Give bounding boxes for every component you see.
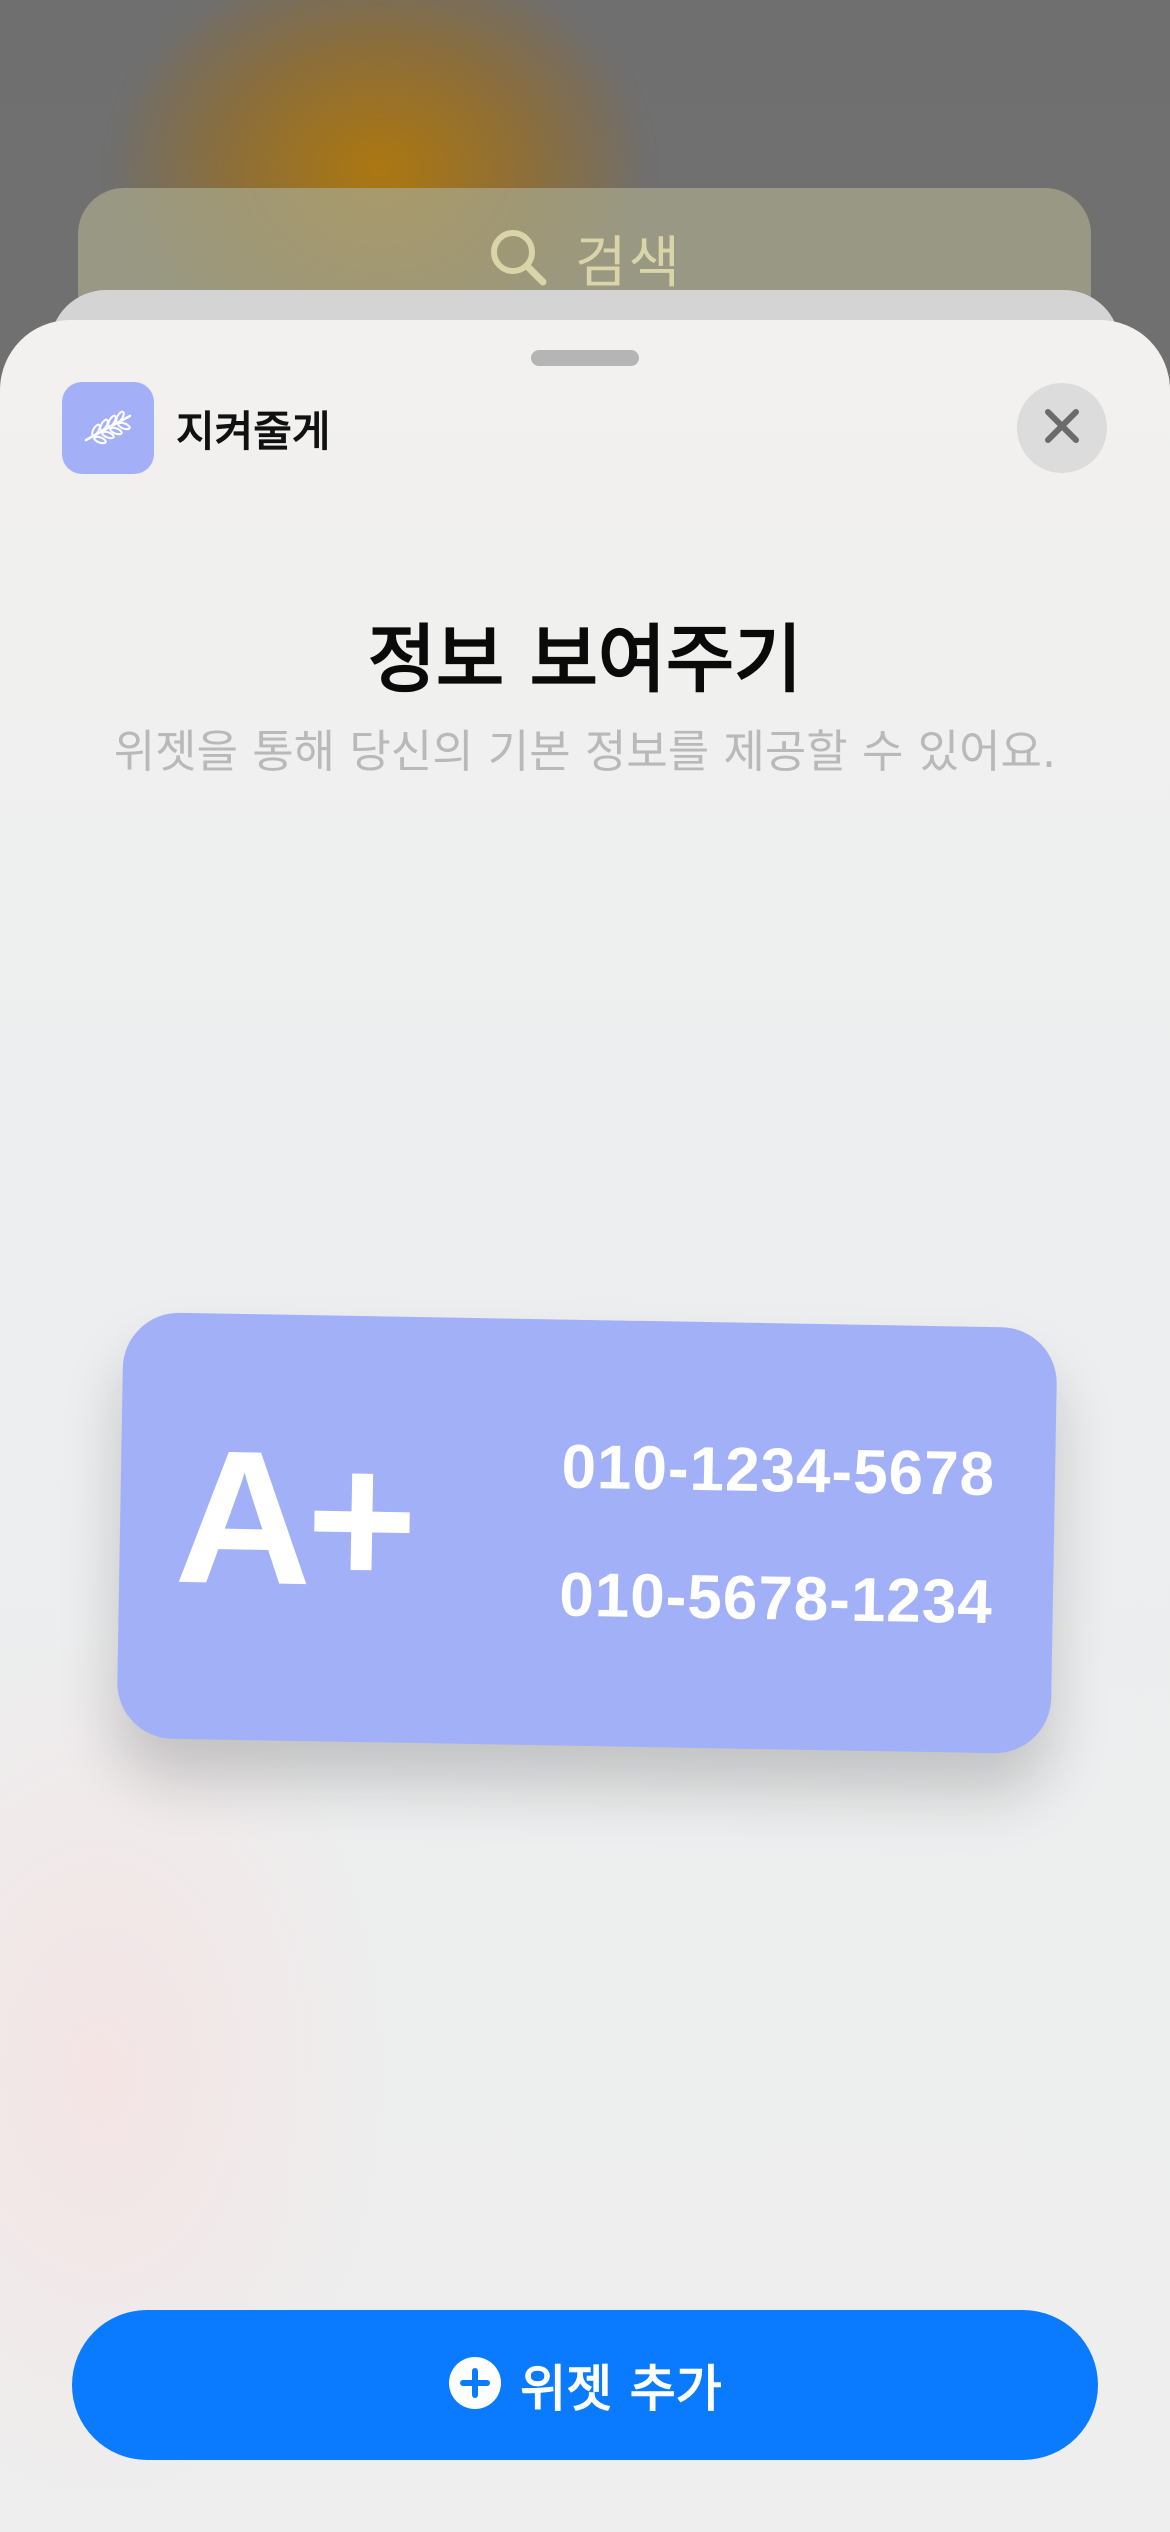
plus-circle-icon <box>448 2356 502 2414</box>
blood-type-label: A+ <box>173 1410 414 1627</box>
app-name: 지켜줄게 <box>176 407 331 456</box>
sheet-grabber[interactable] <box>531 350 639 366</box>
widget-description: 위젯을 통해 당신의 기본 정보를 제공할 수 있어요. <box>113 725 1057 778</box>
widget-gallery-screen: 검색 지켜줄게 정보 보여주기 위젯을 통해 당신의 기본 정보를 제공할 수 … <box>0 0 1170 2532</box>
leaf-branch-icon <box>76 394 140 462</box>
close-icon <box>1042 406 1082 450</box>
add-widget-label: 위젯 추가 <box>520 2360 722 2418</box>
app-icon <box>62 382 154 474</box>
add-widget-button[interactable]: 위젯 추가 <box>72 2310 1098 2460</box>
widget-title: 정보 보여주기 <box>367 617 803 703</box>
widget-detail-sheet: 지켜줄게 정보 보여주기 위젯을 통해 당신의 기본 정보를 제공할 수 있어요… <box>0 320 1170 2532</box>
search-icon <box>487 226 549 292</box>
phone-number-2: 010-5678-1234 <box>558 1560 994 1638</box>
search-label: 검색 <box>574 231 683 296</box>
close-button[interactable] <box>1017 383 1107 473</box>
phone-number-1: 010-1234-5678 <box>560 1432 996 1510</box>
widget-preview[interactable]: A+ 010-1234-5678 010-5678-1234 <box>116 1311 1058 1755</box>
